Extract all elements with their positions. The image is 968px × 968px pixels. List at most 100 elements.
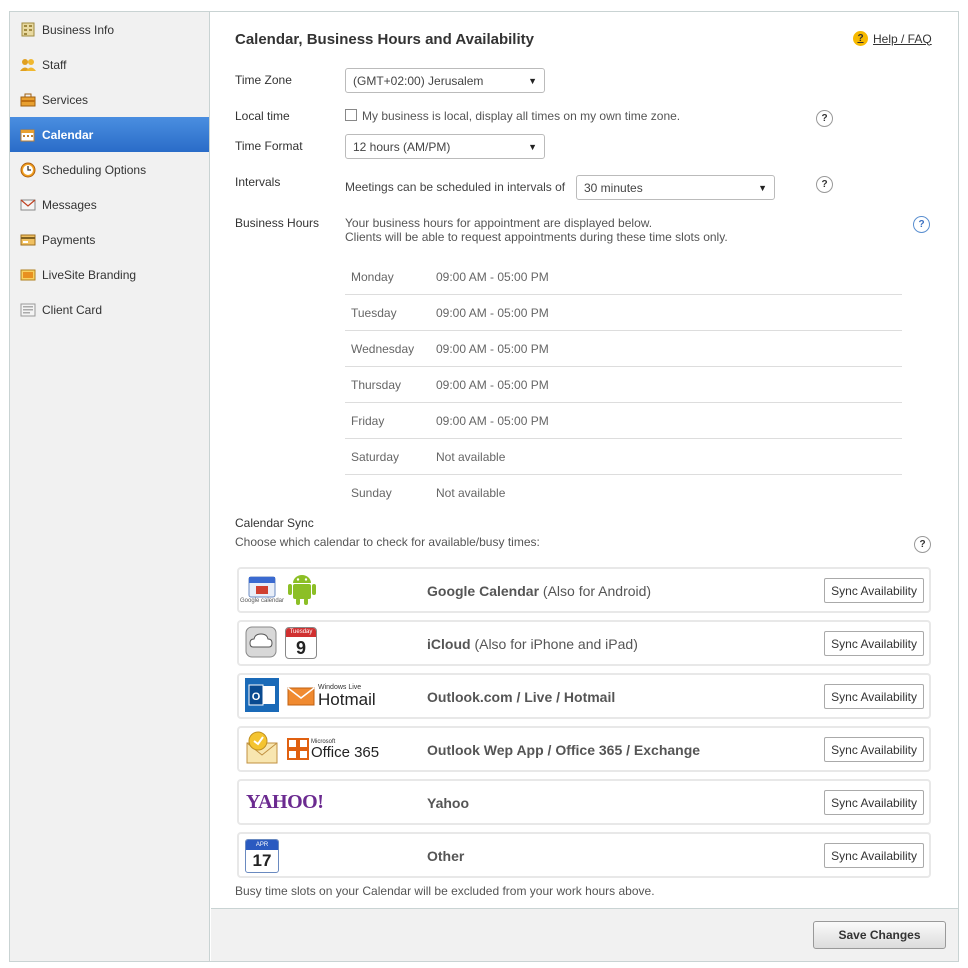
- table-row[interactable]: Friday 09:00 AM - 05:00 PM: [345, 403, 902, 439]
- ical-date-text: 9: [295, 638, 306, 658]
- sync-availability-button[interactable]: Sync Availability: [824, 631, 924, 656]
- business-hours-desc-1: Your business hours for appointment are …: [345, 216, 653, 230]
- sync-row-yahoo: YAHOO! Yahoo Sync Availability: [237, 779, 931, 825]
- outlook-web-app-icon: [245, 731, 279, 768]
- calendar-sync-help-icon[interactable]: ?: [914, 536, 931, 553]
- provider-suffix: (Also for Android): [542, 583, 652, 599]
- staff-icon: [19, 56, 36, 73]
- sidebar-item-messages[interactable]: Messages: [10, 187, 209, 222]
- intervals-text: Meetings can be scheduled in intervals o…: [345, 180, 566, 194]
- local-time-checkbox[interactable]: [345, 109, 357, 121]
- table-row[interactable]: Saturday Not available: [345, 439, 902, 475]
- calendar-sync-note: Busy time slots on your Calendar will be…: [235, 884, 655, 898]
- time-format-value: 12 hours (AM/PM): [353, 139, 451, 154]
- hotmail-text: Hotmail: [318, 690, 376, 709]
- provider-name-bold: iCloud: [427, 636, 471, 652]
- sync-availability-button[interactable]: Sync Availability: [824, 790, 924, 815]
- calendar-date-text: 17: [252, 851, 272, 870]
- sync-availability-button[interactable]: Sync Availability: [824, 684, 924, 709]
- hours-value: 09:00 AM - 05:00 PM: [436, 377, 549, 392]
- table-row[interactable]: Sunday Not available: [345, 475, 902, 511]
- sync-row-google: Google calendar Google Calendar (Also fo…: [237, 567, 931, 613]
- generic-calendar-icon: APR 17: [245, 839, 279, 873]
- icloud-icon: [245, 626, 277, 661]
- table-row[interactable]: Thursday 09:00 AM - 05:00 PM: [345, 367, 902, 403]
- help-label: Help / FAQ: [873, 31, 932, 46]
- sidebar-item-services[interactable]: Services: [10, 82, 209, 117]
- day-label: Monday: [351, 269, 394, 284]
- sidebar-item-label: Business Info: [42, 22, 115, 37]
- sidebar-item-scheduling-options[interactable]: Scheduling Options: [10, 152, 209, 187]
- business-hours-desc-2: Clients will be able to request appointm…: [345, 230, 728, 244]
- page-title: Calendar, Business Hours and Availabilit…: [235, 31, 534, 48]
- save-changes-button[interactable]: Save Changes: [813, 921, 946, 949]
- intervals-help-icon[interactable]: ?: [816, 176, 833, 193]
- sidebar-item-label: Calendar: [42, 127, 94, 142]
- day-label: Sunday: [351, 486, 392, 500]
- sidebar-item-label: Messages: [42, 197, 97, 212]
- table-row[interactable]: Monday 09:00 AM - 05:00 PM: [345, 259, 902, 295]
- provider-name-bold: Yahoo: [427, 795, 470, 811]
- business-hours-label: Business Hours: [235, 216, 320, 230]
- chevron-down-icon: ▼: [758, 183, 767, 193]
- local-time-help-icon[interactable]: ?: [816, 110, 833, 127]
- ical-day-text: Tuesday: [286, 628, 316, 637]
- calendar-sync-label: Calendar Sync: [235, 516, 314, 530]
- provider-name: Outlook Wep App / Office 365 / Exchange: [427, 742, 700, 758]
- intervals-select[interactable]: 30 minutes ▼: [576, 175, 775, 200]
- day-label: Wednesday: [351, 341, 415, 356]
- time-zone-select[interactable]: (GMT+02:00) Jerusalem ▼: [345, 68, 545, 93]
- provider-name: Other: [427, 848, 464, 864]
- clock-icon: [19, 161, 36, 178]
- day-label: Thursday: [351, 377, 402, 392]
- sidebar-item-label: Scheduling Options: [42, 162, 147, 177]
- sync-availability-button[interactable]: Sync Availability: [824, 843, 924, 868]
- yahoo-logo: YAHOO!: [246, 790, 324, 813]
- branding-icon: [19, 266, 36, 283]
- table-row[interactable]: Wednesday 09:00 AM - 05:00 PM: [345, 331, 902, 367]
- sidebar-item-business-info[interactable]: Business Info: [10, 12, 209, 47]
- chevron-down-icon: ▼: [528, 142, 537, 152]
- day-label: Friday: [351, 413, 385, 428]
- help-icon: ?: [853, 31, 868, 46]
- table-row[interactable]: Tuesday 09:00 AM - 05:00 PM: [345, 295, 902, 331]
- provider-name-bold: Other: [427, 848, 465, 864]
- sync-availability-button[interactable]: Sync Availability: [824, 578, 924, 603]
- office365-text: Office 365: [311, 743, 380, 761]
- sidebar-item-livesite-branding[interactable]: LiveSite Branding: [10, 257, 209, 292]
- sidebar-item-label: Services: [42, 92, 89, 107]
- ical-calendar-icon: Tuesday 9: [285, 627, 317, 659]
- day-label: Tuesday: [351, 305, 397, 320]
- sync-row-office365: Microsoft Office 365 Outlook Wep App / O…: [237, 726, 931, 772]
- sync-row-outlook: O Windows Live Hotmail Outlook.com / Liv…: [237, 673, 931, 719]
- sidebar-item-label: Staff: [42, 57, 67, 72]
- payments-icon: [19, 231, 36, 248]
- office365-logo: Microsoft Office 365: [287, 738, 379, 760]
- provider-name-bold: Google Calendar: [427, 583, 540, 599]
- sidebar-item-calendar[interactable]: Calendar: [10, 117, 209, 152]
- outlook-icon: O: [245, 677, 279, 715]
- day-label: Saturday: [351, 449, 400, 464]
- sidebar-item-staff[interactable]: Staff: [10, 47, 209, 82]
- business-hours-help-icon[interactable]: ?: [913, 216, 930, 233]
- hours-value: 09:00 AM - 05:00 PM: [436, 341, 549, 356]
- sidebar-item-label: LiveSite Branding: [42, 267, 137, 282]
- calendar-icon: [19, 126, 36, 143]
- sync-availability-button[interactable]: Sync Availability: [824, 737, 924, 762]
- provider-suffix: (Also for iPhone and iPad): [474, 636, 638, 652]
- sync-row-other: APR 17 Other Sync Availability: [237, 832, 931, 878]
- client-card-icon: [19, 301, 36, 318]
- main-content: Calendar, Business Hours and Availabilit…: [211, 12, 958, 961]
- sidebar-item-client-card[interactable]: Client Card: [10, 292, 209, 327]
- services-icon: [19, 91, 36, 108]
- intervals-value: 30 minutes: [584, 180, 643, 195]
- sync-row-icloud: Tuesday 9 iCloud (Also for iPhone and iP…: [237, 620, 931, 666]
- time-format-select[interactable]: 12 hours (AM/PM) ▼: [345, 134, 545, 159]
- settings-frame: Business Info Staff Services Calendar Sc…: [9, 11, 959, 962]
- android-icon: [287, 572, 317, 609]
- intervals-label: Intervals: [235, 175, 281, 189]
- sidebar-item-payments[interactable]: Payments: [10, 222, 209, 257]
- hotmail-logo: Windows Live Hotmail: [287, 684, 376, 708]
- help-faq-link[interactable]: ? Help / FAQ: [853, 31, 932, 46]
- time-format-label: Time Format: [235, 139, 303, 153]
